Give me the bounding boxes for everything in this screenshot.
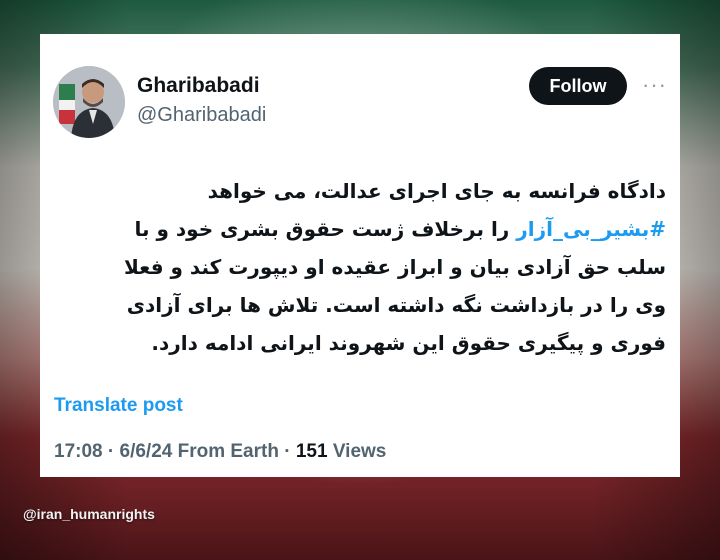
author-name[interactable]: Gharibabadi bbox=[137, 74, 260, 98]
tweet-text-line: #بشیر_بی_آزار را برخلاف ژست حقوق بشری خو… bbox=[54, 210, 666, 248]
tweet-meta: 17:08 · 6/6/24 From Earth · 151 Views bbox=[54, 441, 386, 463]
text-segment: سلب حق آزادی بیان و ابراز عقیده او دیپور… bbox=[123, 255, 666, 279]
text-segment: وی را در بازداشت نگه داشته است. تلاش ها … bbox=[126, 293, 666, 317]
author-handle[interactable]: @Gharibabadi bbox=[137, 104, 266, 127]
views-label: Views bbox=[332, 441, 387, 462]
views-count: 151 bbox=[295, 441, 328, 462]
follow-button[interactable]: Follow bbox=[529, 67, 627, 105]
text-segment: را برخلاف ژست حقوق بشری خود و با bbox=[134, 217, 517, 241]
post-date[interactable]: 6/6/24 bbox=[120, 441, 173, 462]
tweet-card: Gharibabadi @Gharibabadi Follow ··· دادگ… bbox=[40, 34, 680, 477]
post-time[interactable]: 17:08 bbox=[54, 441, 103, 462]
tweet-text: دادگاه فرانسه به جای اجرای عدالت، می خوا… bbox=[54, 172, 666, 362]
avatar-portrait bbox=[53, 66, 125, 138]
text-segment: دادگاه فرانسه به جای اجرای عدالت، می خوا… bbox=[207, 179, 666, 203]
text-segment: فوری و پیگیری حقوق این شهروند ایرانی ادا… bbox=[151, 331, 666, 355]
tweet-text-line: وی را در بازداشت نگه داشته است. تلاش ها … bbox=[54, 286, 666, 324]
more-options-icon[interactable]: ··· bbox=[642, 74, 667, 96]
avatar[interactable] bbox=[53, 66, 125, 138]
tweet-text-line: فوری و پیگیری حقوق این شهروند ایرانی ادا… bbox=[54, 324, 666, 362]
meta-separator: · bbox=[284, 441, 291, 462]
post-source: From Earth bbox=[177, 441, 279, 462]
tweet-text-line: سلب حق آزادی بیان و ابراز عقیده او دیپور… bbox=[54, 248, 666, 286]
translate-post-link[interactable]: Translate post bbox=[54, 395, 183, 417]
meta-separator: · bbox=[107, 441, 115, 462]
hashtag-link[interactable]: #بشیر_بی_آزار bbox=[516, 217, 666, 241]
watermark-handle: @iran_humanrights bbox=[23, 506, 155, 522]
tweet-text-line: دادگاه فرانسه به جای اجرای عدالت، می خوا… bbox=[54, 172, 666, 210]
